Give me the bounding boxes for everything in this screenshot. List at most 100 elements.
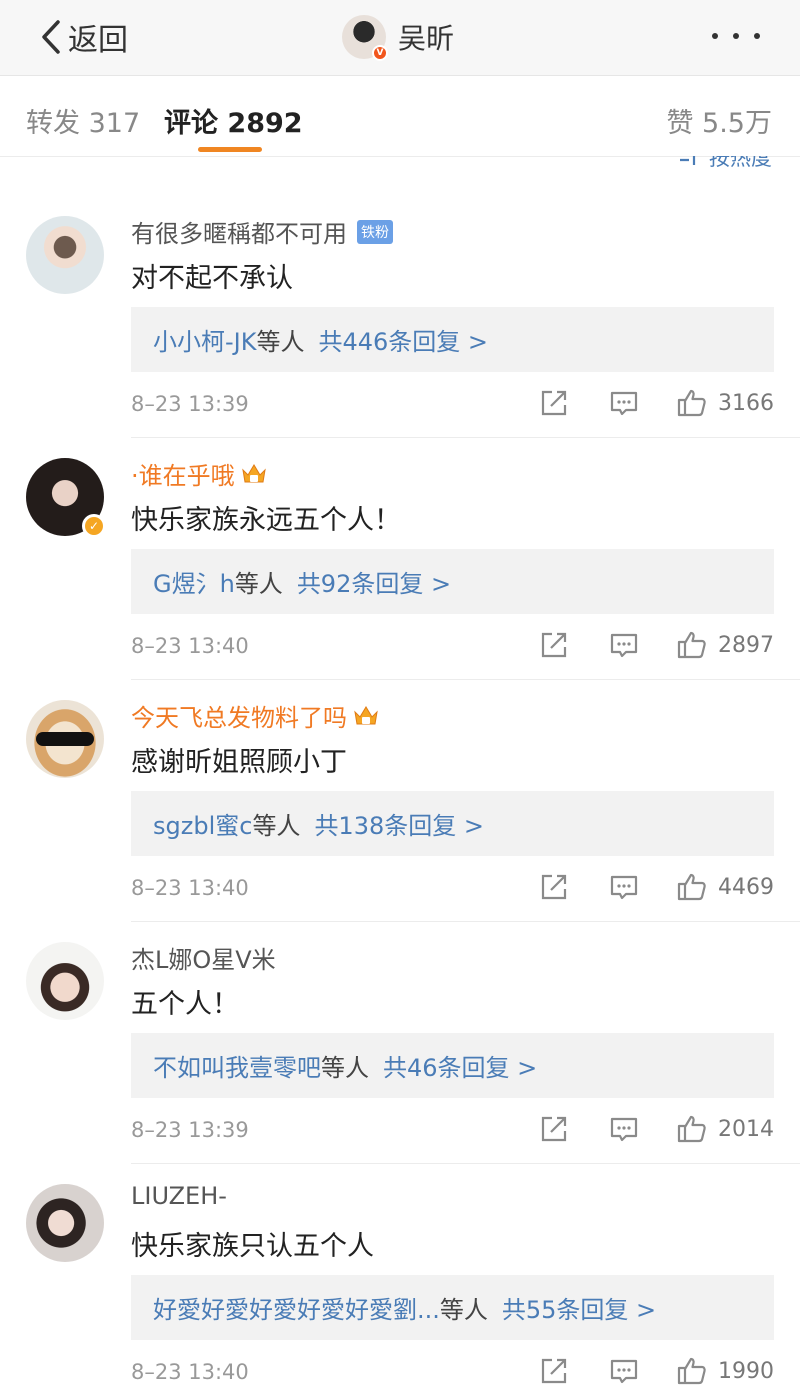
username-text: ·谁在乎哦 [131,462,235,490]
comment-actions: 1990 [538,1354,774,1388]
replies-preview[interactable]: 小小柯-JK 等人 共446条回复 > [131,307,774,372]
sort-toggle[interactable]: 按热度 [677,156,772,178]
share-icon[interactable] [538,1113,570,1145]
reply-others: 等人 [252,812,301,840]
username-text: 杰L娜O星V米 [131,946,276,974]
like-count: 2014 [718,1116,774,1142]
comment-icon[interactable] [608,387,640,419]
avatar[interactable] [26,700,104,778]
like-count: 3166 [718,390,774,416]
back-button[interactable]: 返回 [36,14,128,60]
share-icon[interactable] [538,629,570,661]
replies-preview[interactable]: 不如叫我壹零吧 等人 共46条回复 > [131,1033,774,1098]
replies-preview[interactable]: G煜氵h 等人 共92条回复 > [131,549,774,614]
comment-time: 8–23 13:39 [131,392,249,416]
thumbs-up-icon[interactable] [676,1355,708,1387]
comment-item: 杰L娜O星V米 五个人！ 不如叫我壹零吧 等人 共46条回复 > 8–23 13… [0,922,800,1164]
comment-time: 8–23 13:39 [131,1118,249,1142]
chevron-left-icon [42,20,60,54]
comment-time: 8–23 13:40 [131,1360,249,1384]
username-text: LIUZEH- [131,1182,227,1210]
comment-text: 快乐家族只认五个人 [131,1231,374,1262]
thumbs-up-icon[interactable] [676,629,708,661]
thumbs-up-icon[interactable] [676,1113,708,1145]
share-icon[interactable] [538,871,570,903]
tab-like-count: 5.5万 [702,108,772,139]
tab-repost[interactable]: 转发 317 [26,101,140,140]
tab-like[interactable]: 赞 5.5万 [666,101,772,140]
reply-count: 共138条回复 > [314,812,484,840]
tab-bar: 转发 317 评论 2892 赞 5.5万 [0,77,800,157]
avatar[interactable]: V [342,15,388,61]
comment-actions: 2014 [538,1112,774,1146]
fan-badge: 铁粉 [357,219,393,244]
comment-icon[interactable] [608,629,640,661]
more-dot-icon [733,33,739,39]
reply-count: 共446条回复 > [318,328,489,356]
reply-count: 共92条回复 > [296,570,452,598]
more-dot-icon [712,33,718,39]
like-count: 2897 [718,632,774,658]
username[interactable]: 杰L娜O星V米 [131,940,276,975]
avatar[interactable]: ✓ [26,458,106,538]
username[interactable]: 有很多暱稱都不可用 铁粉 [131,214,393,249]
thumbs-up-icon[interactable] [676,871,708,903]
replies-preview[interactable]: 好愛好愛好愛好愛好愛劉... 等人 共55条回复 > [131,1275,774,1340]
username[interactable]: ·谁在乎哦 [131,456,267,491]
active-tab-indicator [198,147,262,152]
comment-icon[interactable] [608,871,640,903]
tab-like-label: 赞 [666,108,694,139]
comment-time: 8–23 13:40 [131,634,249,658]
page-title: 吴昕 [398,22,455,55]
crown-icon [241,463,266,482]
sort-label: 按热度 [709,156,772,170]
tab-repost-count: 317 [88,108,141,139]
top-nav-bar: 返回 V 吴昕 [0,0,800,76]
nav-profile[interactable]: V 吴昕 [342,14,455,61]
share-icon[interactable] [538,1355,570,1387]
comment-time: 8–23 13:40 [131,876,249,900]
username-text: 有很多暱稱都不可用 [131,220,347,248]
comment-icon[interactable] [608,1355,640,1387]
avatar[interactable] [26,942,104,1020]
replies-preview[interactable]: sgzbl蜜c 等人 共138条回复 > [131,791,774,856]
avatar[interactable] [26,216,104,294]
back-label: 返回 [68,23,128,58]
tab-comment-label: 评论 [164,108,218,139]
verified-badge: V [372,45,388,61]
comment-item: 有很多暱稱都不可用 铁粉 对不起不承认 小小柯-JK 等人 共446条回复 > … [0,196,800,438]
like-count: 1990 [718,1358,774,1384]
more-options-button[interactable] [712,24,760,48]
comment-icon[interactable] [608,1113,640,1145]
tab-comment[interactable]: 评论 2892 [164,101,303,140]
reply-others: 等人 [439,1296,488,1324]
tab-comment-count: 2892 [227,108,303,139]
sunglasses-icon [36,732,94,746]
comment-actions: 4469 [538,870,774,904]
reply-user: 不如叫我壹零吧 [153,1054,321,1082]
username-text: 今天飞总发物料了吗 [131,704,347,732]
tab-repost-label: 转发 [26,108,80,139]
reply-user: 小小柯-JK [153,328,257,356]
thumbs-up-icon[interactable] [676,387,708,419]
reply-others: 等人 [256,328,305,356]
like-count: 4469 [718,874,774,900]
reply-user: G煜氵h [153,570,235,598]
username[interactable]: 今天飞总发物料了吗 [131,698,379,733]
username[interactable]: LIUZEH- [131,1182,227,1210]
reply-others: 等人 [234,570,283,598]
comment-text: 对不起不承认 [131,263,293,294]
share-icon[interactable] [538,387,570,419]
crown-icon [354,705,378,724]
comment-text: 快乐家族永远五个人！ [131,505,401,536]
avatar[interactable] [26,1184,104,1262]
comment-actions: 3166 [538,386,774,420]
comment-actions: 2897 [538,628,774,662]
comment-item: ✓ ·谁在乎哦 快乐家族永远五个人！ G煜氵h 等人 共92条回复 > 8–23… [0,438,800,680]
comment-text: 五个人！ [131,989,239,1020]
reply-count: 共46条回复 > [383,1054,538,1082]
verified-badge-icon: ✓ [82,514,106,538]
comment-text: 感谢昕姐照顾小丁 [131,747,347,778]
comment-item: 今天飞总发物料了吗 感谢昕姐照顾小丁 sgzbl蜜c 等人 共138条回复 > … [0,680,800,922]
reply-others: 等人 [321,1054,369,1082]
